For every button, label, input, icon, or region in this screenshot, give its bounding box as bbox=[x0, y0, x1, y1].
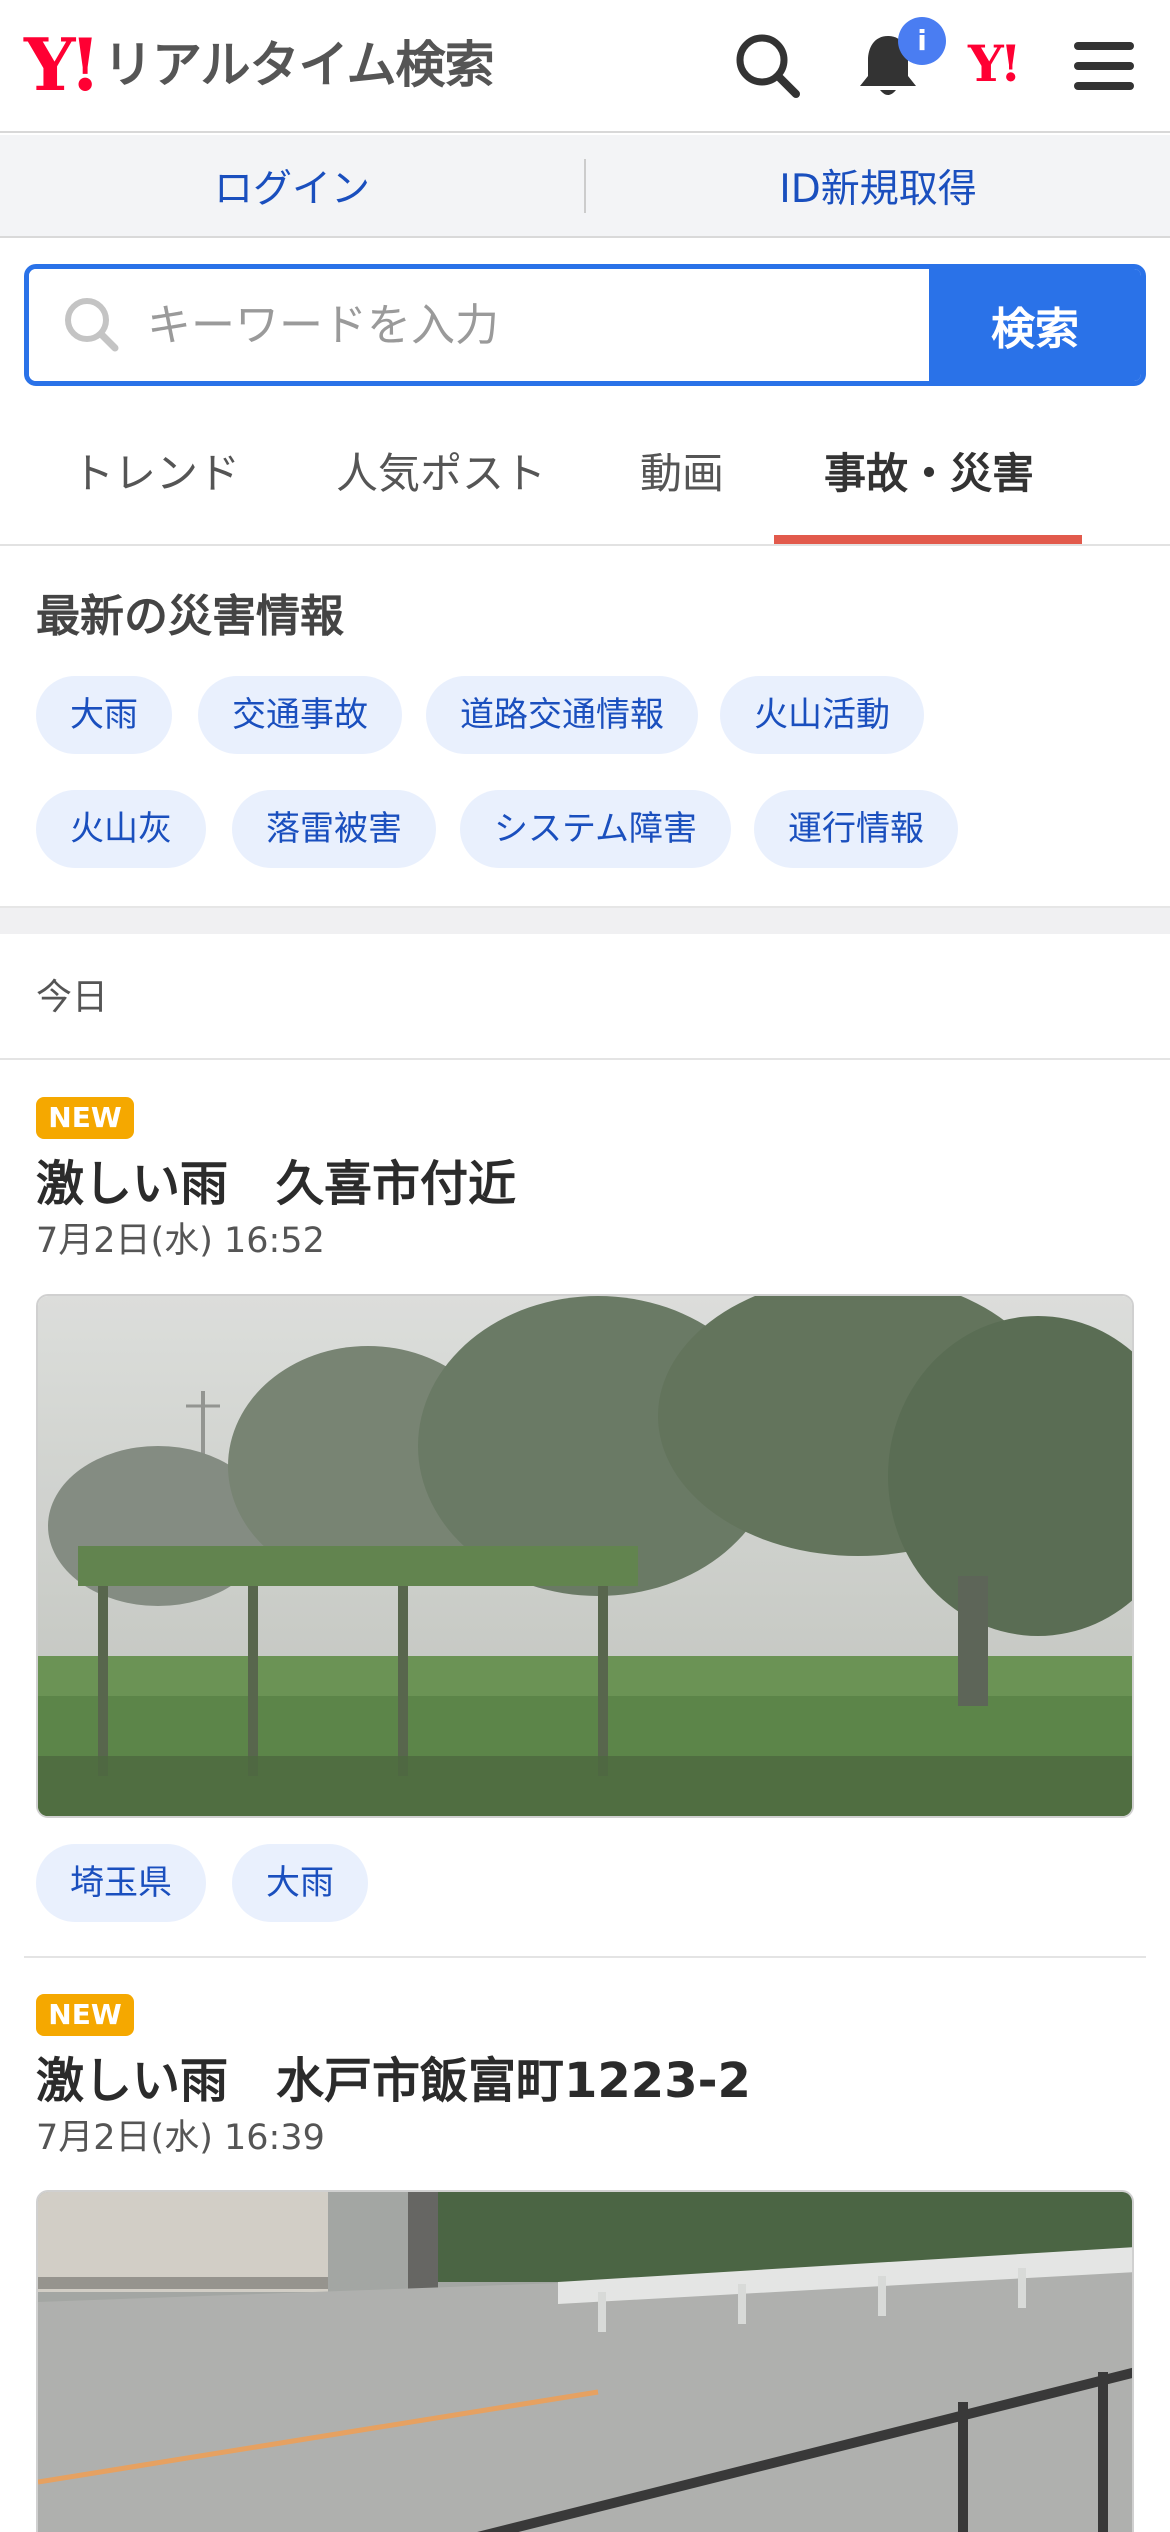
notification-badge: i bbox=[898, 17, 946, 65]
post-title[interactable]: 激しい雨 水戸市飯富町1223-2 bbox=[36, 2041, 751, 2111]
divider bbox=[24, 1956, 1146, 1958]
yahoo-logo-mark: Y! bbox=[24, 22, 101, 107]
disaster-chip[interactable]: 火山活動 bbox=[720, 676, 924, 754]
disaster-chip[interactable]: 運行情報 bbox=[754, 790, 958, 868]
search-icon[interactable] bbox=[728, 26, 808, 106]
divider bbox=[0, 1058, 1170, 1060]
login-link[interactable]: ログイン bbox=[0, 158, 584, 214]
service-name: リアルタイム検索 bbox=[103, 36, 494, 94]
search-box: 検索 bbox=[24, 264, 1146, 386]
post-video-thumbnail[interactable] bbox=[36, 1294, 1134, 1818]
rain-street-image bbox=[38, 2192, 1132, 2532]
tab-video[interactable]: 動画 bbox=[640, 410, 724, 546]
yahoo-realtime-logo[interactable]: Y! リアルタイム検索 bbox=[24, 22, 495, 107]
disaster-chip[interactable]: 落雷被害 bbox=[232, 790, 436, 868]
search-input[interactable] bbox=[147, 299, 847, 351]
disaster-chip[interactable]: 交通事故 bbox=[198, 676, 402, 754]
search-field[interactable] bbox=[29, 269, 929, 381]
app-header: Y! リアルタイム検索 i Y! bbox=[0, 0, 1170, 133]
disaster-chip[interactable]: 大雨 bbox=[36, 676, 172, 754]
section-title: 最新の災害情報 bbox=[36, 591, 344, 642]
account-bar: ログイン ID新規取得 bbox=[0, 135, 1170, 238]
disaster-chip[interactable]: システム障害 bbox=[460, 790, 731, 868]
post-video-thumbnail[interactable] bbox=[36, 2190, 1134, 2532]
search-button[interactable]: 検索 bbox=[929, 269, 1141, 381]
post-tag[interactable]: 大雨 bbox=[232, 1844, 368, 1922]
disaster-chip[interactable]: 火山灰 bbox=[36, 790, 206, 868]
post-title[interactable]: 激しい雨 久喜市付近 bbox=[36, 1144, 516, 1214]
active-tab-indicator bbox=[774, 535, 1082, 544]
category-tabs: トレンド 人気ポスト 動画 事故・災害 bbox=[0, 410, 1170, 546]
tab-popular-posts[interactable]: 人気ポスト bbox=[336, 410, 546, 546]
rain-park-image bbox=[38, 1296, 1132, 1816]
tab-trend[interactable]: トレンド bbox=[72, 410, 240, 546]
post-timestamp: 7月2日(水) 16:52 bbox=[36, 1221, 325, 1261]
post-timestamp: 7月2日(水) 16:39 bbox=[36, 2118, 325, 2158]
search-icon bbox=[65, 298, 119, 352]
new-badge: NEW bbox=[36, 1994, 134, 2036]
disaster-chip[interactable]: 道路交通情報 bbox=[426, 676, 698, 754]
signup-link[interactable]: ID新規取得 bbox=[586, 158, 1170, 214]
tab-accidents-disasters[interactable]: 事故・災害 bbox=[824, 410, 1034, 546]
new-badge: NEW bbox=[36, 1097, 134, 1139]
section-divider bbox=[0, 906, 1170, 934]
yahoo-japan-link-icon[interactable]: Y! bbox=[968, 34, 1022, 93]
post-tag[interactable]: 埼玉県 bbox=[36, 1844, 206, 1922]
hamburger-menu-icon[interactable] bbox=[1064, 26, 1144, 106]
day-label: 今日 bbox=[36, 977, 109, 1018]
